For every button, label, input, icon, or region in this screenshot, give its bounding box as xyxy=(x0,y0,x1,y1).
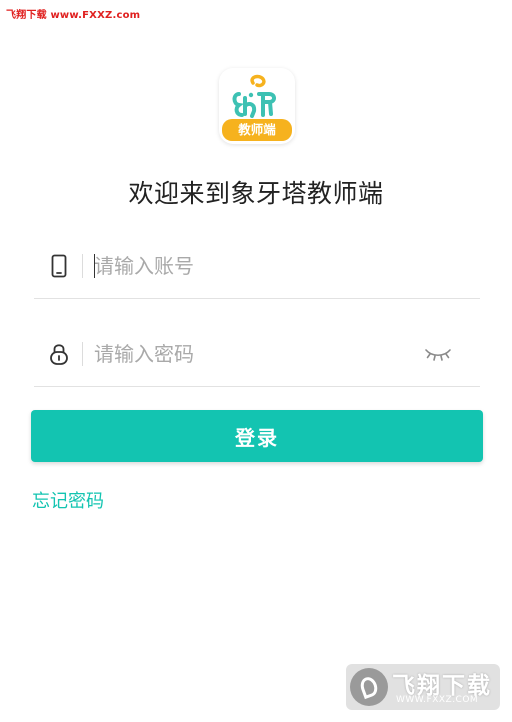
eye-closed-icon[interactable] xyxy=(424,342,452,364)
login-button[interactable]: 登录 xyxy=(31,410,483,462)
watermark-logo-icon xyxy=(350,668,388,706)
watermark-top-text: 飞翔下载 www.FXXZ.com xyxy=(6,10,141,21)
password-input[interactable] xyxy=(94,336,394,372)
password-field[interactable] xyxy=(34,322,480,387)
page-title: 欢迎来到象牙塔教师端 xyxy=(128,179,384,208)
lock-icon xyxy=(50,344,68,365)
app-logo: 教师端 xyxy=(219,68,295,144)
phone-icon xyxy=(51,254,67,278)
text-cursor xyxy=(94,254,95,278)
watermark-url: WWW.FXXZ.COM xyxy=(396,695,479,705)
field-divider xyxy=(82,254,83,278)
account-input[interactable] xyxy=(94,248,394,284)
forgot-password-link[interactable]: 忘记密码 xyxy=(32,487,104,513)
account-field[interactable] xyxy=(34,234,480,299)
watermark-bottom: 飞翔下载 WWW.FXXZ.COM xyxy=(346,664,500,710)
field-divider xyxy=(82,342,83,366)
logo-badge: 教师端 xyxy=(222,119,292,141)
